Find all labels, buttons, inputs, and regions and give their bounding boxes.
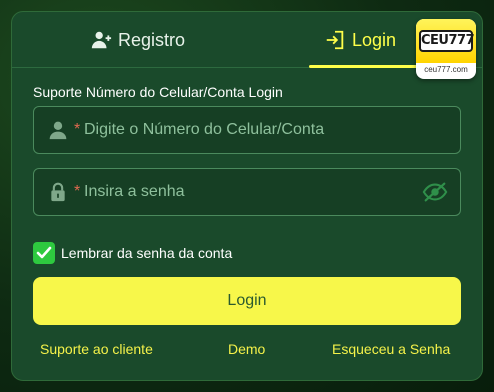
eye-off-icon[interactable] bbox=[422, 181, 448, 203]
phone-account-input[interactable] bbox=[84, 107, 404, 153]
remember-password-checkbox[interactable]: Lembrar da senha da conta bbox=[33, 242, 232, 264]
lock-icon bbox=[51, 182, 65, 202]
login-modal: Registro Login CEU777 ceu777.com Suporte… bbox=[11, 11, 483, 381]
add-user-icon bbox=[91, 31, 112, 49]
tab-register-label: Registro bbox=[118, 29, 186, 50]
remember-checkbox-box[interactable] bbox=[33, 242, 55, 264]
brand-logo: CEU777 ceu777.com bbox=[416, 19, 476, 79]
brand-logo-text: CEU777 bbox=[419, 30, 475, 52]
tab-login[interactable]: Login bbox=[324, 12, 396, 68]
checkmark-icon bbox=[36, 246, 52, 259]
brand-url: ceu777.com bbox=[424, 65, 468, 74]
customer-support-link[interactable]: Suporte ao cliente bbox=[40, 341, 153, 357]
account-field-label: Suporte Número do Celular/Conta Login bbox=[33, 84, 283, 100]
tab-bar: Registro Login bbox=[12, 12, 482, 68]
forgot-password-link[interactable]: Esqueceu a Senha bbox=[332, 341, 450, 357]
active-tab-indicator bbox=[309, 65, 419, 68]
password-field[interactable]: * bbox=[33, 168, 461, 216]
tab-register[interactable]: Registro bbox=[90, 12, 185, 68]
password-input[interactable] bbox=[84, 169, 404, 215]
phone-required-marker: * bbox=[74, 121, 81, 138]
phone-account-field[interactable]: * bbox=[33, 106, 461, 154]
user-icon bbox=[49, 121, 67, 140]
demo-link[interactable]: Demo bbox=[228, 341, 265, 357]
tab-login-label: Login bbox=[352, 29, 397, 50]
remember-password-label: Lembrar da senha da conta bbox=[61, 245, 233, 261]
password-required-marker: * bbox=[74, 183, 81, 200]
login-button[interactable]: Login bbox=[33, 277, 461, 325]
login-door-icon bbox=[326, 30, 344, 50]
